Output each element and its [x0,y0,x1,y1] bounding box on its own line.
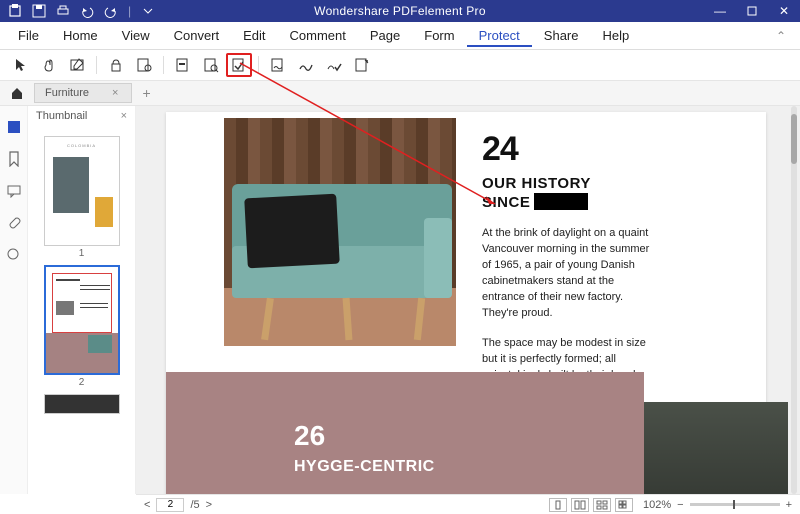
thumbnail-page-2[interactable]: 2 [44,265,120,388]
undo-icon[interactable] [80,4,94,18]
band-heading: HYGGE-CENTRIC [294,458,435,476]
collapse-ribbon-icon[interactable]: ⌃ [768,29,794,43]
document-viewer[interactable]: 24 OUR HISTORY SINCE At the brink of day… [136,106,800,494]
protect-toolbar [0,50,800,80]
menu-help[interactable]: Help [591,24,642,47]
toolbar-separator [163,56,164,74]
app-logo-icon [8,4,22,18]
menu-form[interactable]: Form [412,24,466,47]
thumbnail-page-3[interactable] [44,394,120,414]
thumbnails-title: Thumbnail [36,110,87,122]
validate-signatures-button[interactable] [321,53,347,77]
menu-convert[interactable]: Convert [162,24,232,47]
window-title: Wondershare PDFelement Pro [314,4,486,18]
toolbar-separator [258,56,259,74]
close-button[interactable]: ✕ [768,0,800,22]
vertical-scrollbar[interactable] [788,106,800,494]
mark-redaction-button[interactable] [170,53,196,77]
menu-home[interactable]: Home [51,24,110,47]
search-redact-button[interactable] [198,53,224,77]
text-column: 24 OUR HISTORY SINCE At the brink of day… [482,130,742,383]
attachments-rail-button[interactable] [5,214,23,232]
sign-document-button[interactable] [265,53,291,77]
hero-image [224,118,456,346]
prev-page-button[interactable]: < [144,499,150,511]
minimize-button[interactable]: — [704,0,736,22]
band-text: 26 HYGGE-CENTRIC [294,420,435,476]
menu-view[interactable]: View [110,24,162,47]
qat-dropdown-icon[interactable] [141,4,155,18]
page-navigator: < /5 > [144,498,212,512]
zoom-out-button[interactable]: − [677,499,683,511]
redo-icon[interactable] [104,4,118,18]
select-tool-button[interactable] [8,53,34,77]
clear-signatures-button[interactable] [349,53,375,77]
save-icon[interactable] [32,4,46,18]
menu-file[interactable]: File [6,24,51,47]
thumbnail-page-1[interactable]: COLOMBIA 1 [44,136,120,259]
print-icon[interactable] [56,4,70,18]
close-panel-button[interactable]: × [121,110,127,122]
single-page-view-button[interactable] [549,498,567,512]
page-content: 24 OUR HISTORY SINCE At the brink of day… [166,112,766,494]
edit-tool-button[interactable] [64,53,90,77]
secondary-image [644,402,794,494]
thumbnail-number: 1 [44,248,120,259]
section-heading: OUR HISTORY SINCE [482,175,742,212]
document-tab-label: Furniture [45,87,89,99]
thumbnails-list: COLOMBIA 1 2 [28,126,135,494]
menu-bar: File Home View Convert Edit Comment Page… [0,22,800,50]
thumbnails-rail-button[interactable] [5,118,23,136]
menu-protect[interactable]: Protect [467,24,532,47]
heading-line-2: SINCE [482,194,530,211]
quick-access-toolbar: | [0,4,163,18]
password-button[interactable] [103,53,129,77]
bookmarks-rail-button[interactable] [5,150,23,168]
page-number-large: 24 [482,130,742,169]
comments-rail-button[interactable] [5,182,23,200]
band-number: 26 [294,420,435,452]
side-rail [0,106,28,494]
continuous-view-button[interactable] [571,498,589,512]
thumbnail-view-button[interactable] [615,498,633,512]
add-tab-button[interactable]: + [132,85,160,101]
zoom-control: 102% − + [643,499,792,511]
next-page-button[interactable]: > [206,499,212,511]
signature-button[interactable] [293,53,319,77]
window-controls: — ✕ [704,0,800,22]
menu-page[interactable]: Page [358,24,412,47]
page-number-input[interactable] [156,498,184,512]
permissions-button[interactable] [131,53,157,77]
two-page-view-button[interactable] [593,498,611,512]
toolbar-separator [96,56,97,74]
thumbnail-number: 2 [44,377,120,388]
thumb-heading: COLOMBIA [51,143,113,148]
search-rail-button[interactable] [5,246,23,264]
title-bar: | Wondershare PDFelement Pro — ✕ [0,0,800,22]
page-total-label: /5 [190,499,199,511]
qat-divider: | [128,4,131,18]
heading-line-1: OUR HISTORY [482,175,591,192]
zoom-in-button[interactable]: + [786,499,792,511]
redaction-mark[interactable] [534,193,588,210]
body-paragraph-1: At the brink of daylight on a quaint Van… [482,226,658,322]
menu-edit[interactable]: Edit [231,24,277,47]
thumbnails-header: Thumbnail × [28,106,135,126]
home-tab-button[interactable] [6,82,28,104]
view-mode-group [549,498,633,512]
apply-redaction-button[interactable] [226,53,252,77]
maximize-button[interactable] [736,0,768,22]
close-tab-button[interactable]: × [109,87,121,99]
zoom-level-label: 102% [643,499,671,511]
document-tab-strip: Furniture × + [0,80,800,106]
main-area: Thumbnail × COLOMBIA 1 [0,106,800,494]
hand-tool-button[interactable] [36,53,62,77]
menu-share[interactable]: Share [532,24,591,47]
menu-comment[interactable]: Comment [278,24,358,47]
zoom-slider[interactable] [690,503,780,506]
thumbnails-panel: Thumbnail × COLOMBIA 1 [28,106,136,494]
document-tab[interactable]: Furniture × [34,83,132,103]
status-bar: < /5 > 102% − + [136,494,800,514]
